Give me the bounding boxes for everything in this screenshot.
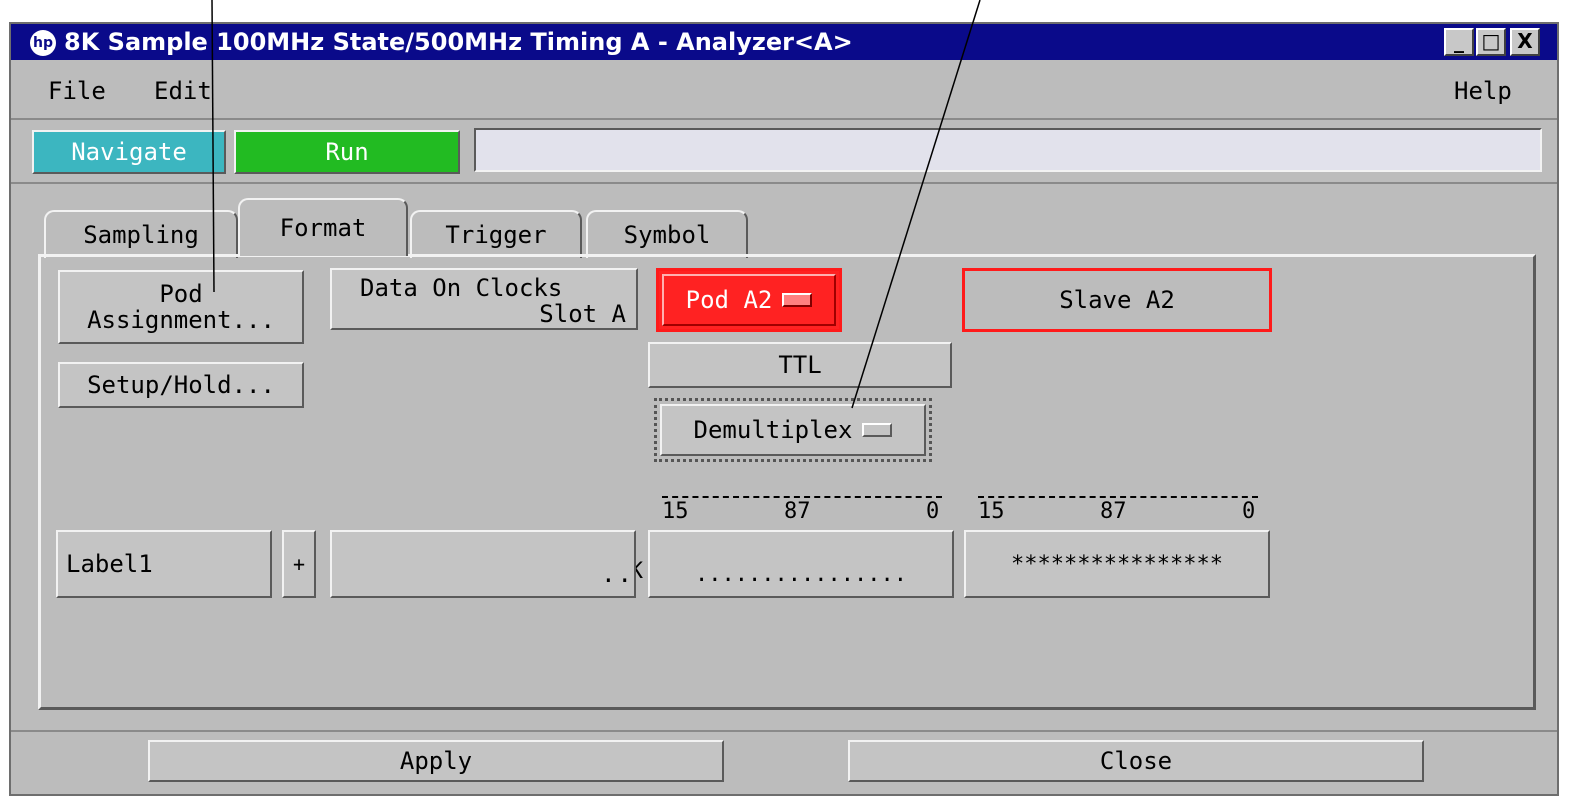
mode-value: Demultiplex — [693, 416, 853, 444]
tab-symbol-label: Symbol — [623, 221, 711, 249]
tab-sampling[interactable]: Sampling — [44, 210, 238, 258]
threshold-label: TTL — [778, 351, 822, 379]
threshold-button[interactable]: TTL — [648, 342, 952, 388]
data-on-clocks-line1: Data On Clocks — [360, 274, 563, 302]
pod-select-face[interactable]: Pod A2 — [662, 274, 836, 326]
menu-file[interactable]: File — [48, 76, 106, 106]
tab-format[interactable]: Format — [238, 198, 408, 256]
minimize-button[interactable]: _ — [1444, 28, 1474, 56]
polarity-label: + — [292, 552, 306, 576]
pod-assignment-label: Pod Assignment... — [87, 280, 275, 334]
hp-logo: hp — [30, 30, 56, 56]
maximize-button[interactable]: □ — [1476, 28, 1506, 56]
tab-format-label: Format — [279, 214, 367, 242]
slave-a2-box[interactable]: Slave A2 — [962, 268, 1272, 332]
slave-a2-bit-rule — [978, 496, 1258, 498]
setup-hold-label: Setup/Hold... — [87, 371, 275, 399]
setup-hold-button[interactable]: Setup/Hold... — [58, 362, 304, 408]
pod-select-value: Pod A2 — [685, 286, 773, 314]
close-window-button[interactable]: X — [1510, 28, 1540, 56]
menu-bar — [11, 62, 1557, 120]
mode-dropdown[interactable]: Demultiplex — [660, 404, 926, 456]
navigate-button[interactable]: Navigate — [32, 130, 226, 174]
polarity-button[interactable]: + — [282, 530, 316, 598]
slave-bits-field[interactable]: **************** — [964, 530, 1270, 598]
apply-label: Apply — [399, 747, 473, 775]
data-on-clocks-button[interactable]: Data On Clocks Slot A — [330, 268, 638, 330]
tab-sampling-label: Sampling — [83, 221, 199, 249]
label-name-button[interactable]: Label1 — [56, 530, 272, 598]
slave-bits: **************** — [1011, 551, 1223, 577]
menu-help[interactable]: Help — [1454, 76, 1512, 106]
run-button[interactable]: Run — [234, 130, 460, 174]
dropdown-indicator-icon — [782, 293, 813, 307]
window-title: 8K Sample 100MHz State/500MHz Timing A -… — [64, 28, 853, 56]
slave-a2-label: Slave A2 — [1059, 286, 1175, 314]
run-label: Run — [325, 138, 369, 166]
clock-assign-bits: .. — [601, 560, 634, 588]
apply-button[interactable]: Apply — [148, 740, 724, 782]
close-button[interactable]: Close — [848, 740, 1424, 782]
tab-trigger-label: Trigger — [445, 221, 547, 249]
pod-a2-bit-rule — [662, 496, 942, 498]
close-icon: X — [1517, 29, 1533, 53]
data-on-clocks-line2: Slot A — [539, 300, 626, 328]
pod-bits-field[interactable]: ................ — [648, 530, 954, 598]
dropdown-indicator-icon — [862, 423, 893, 437]
tab-trigger[interactable]: Trigger — [410, 210, 582, 258]
navigate-label: Navigate — [71, 138, 187, 166]
close-label: Close — [1099, 747, 1173, 775]
menu-edit[interactable]: Edit — [154, 76, 212, 106]
minimize-icon: _ — [1454, 29, 1464, 53]
footer-divider — [11, 730, 1557, 732]
maximize-icon: □ — [1481, 29, 1501, 53]
status-field — [474, 128, 1542, 172]
toolbar-divider — [11, 182, 1557, 184]
pod-assignment-button[interactable]: Pod Assignment... — [58, 270, 304, 344]
clock-assign-field[interactable]: .. — [330, 530, 636, 598]
label-name: Label1 — [66, 550, 153, 578]
pod-bits: ................ — [695, 561, 907, 587]
tab-symbol[interactable]: Symbol — [586, 210, 748, 258]
